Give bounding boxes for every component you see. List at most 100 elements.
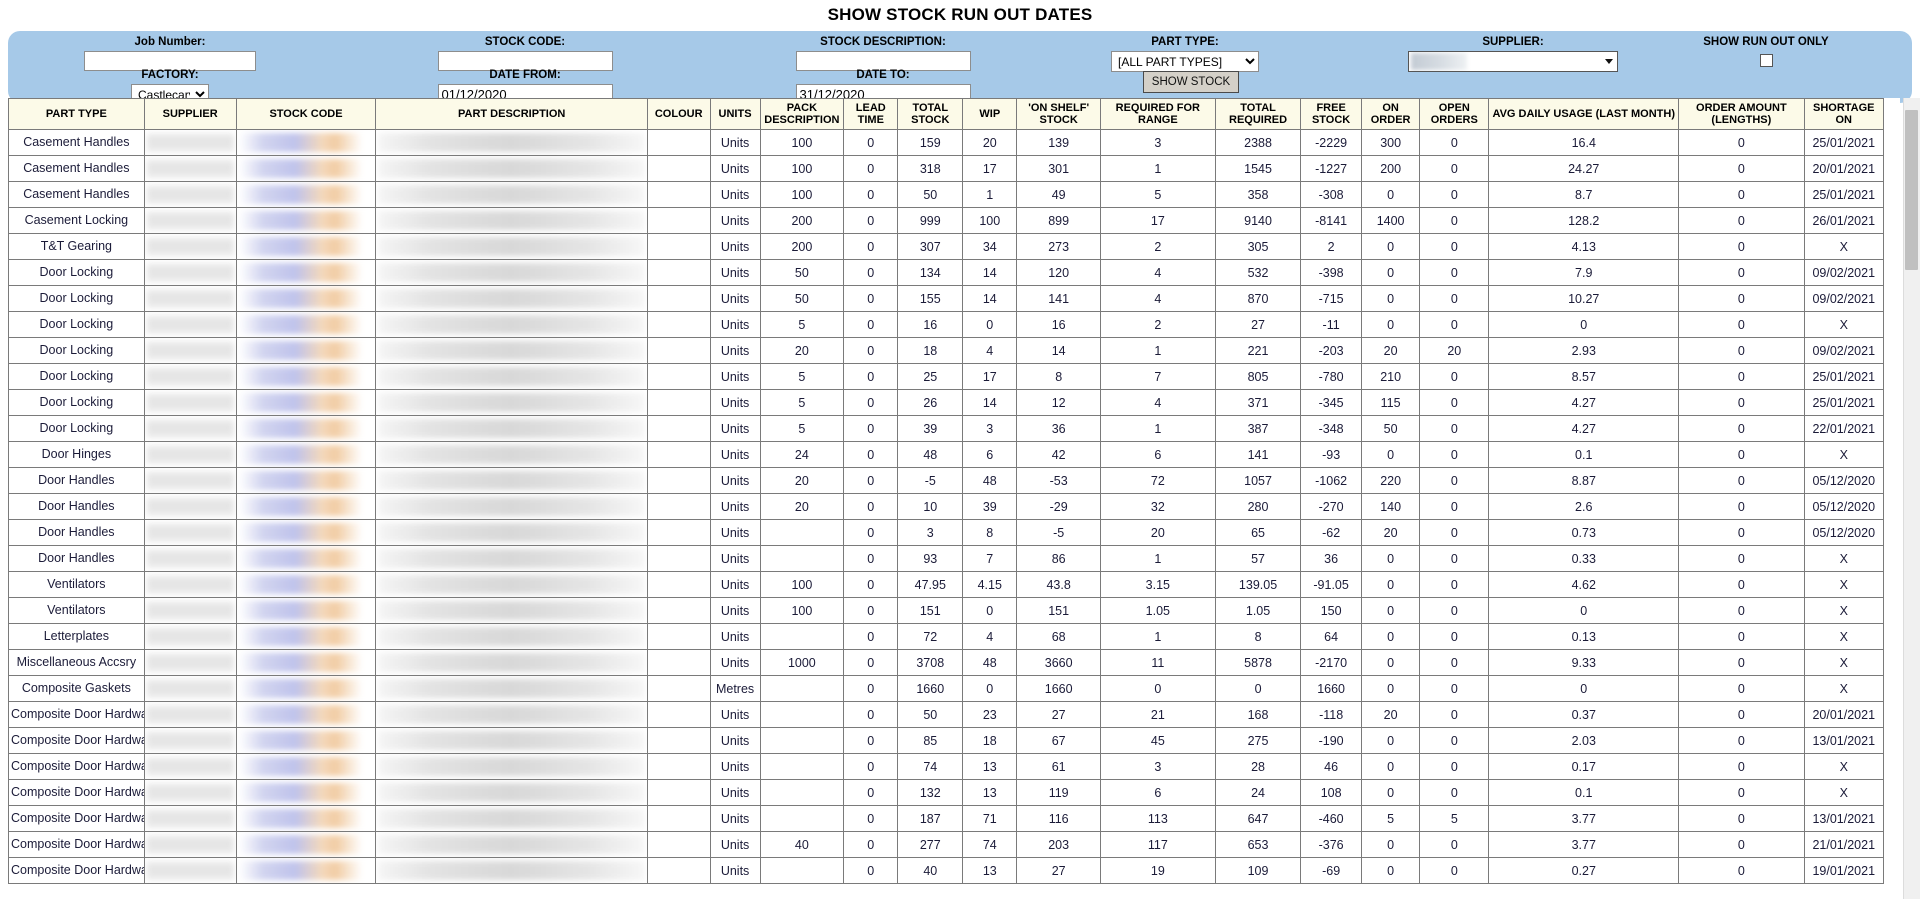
cell-colour [646,259,711,286]
table-row[interactable]: Casement Handles Units 100 0 318 17 301 1 1545 -1… [8,155,1884,182]
cell-total-stock: 48 [897,441,964,468]
cell-open-orders: 0 [1419,285,1490,312]
col-total-stock[interactable]: TOTAL STOCK [897,98,964,130]
table-row[interactable]: Door Hinges Units 24 0 48 6 42 6 141 -93 0 0 0.1 0 X [8,441,1884,468]
scrollbar-thumb[interactable] [1905,110,1918,270]
cell-supplier [143,675,237,702]
table-row[interactable]: Door Locking Units 20 0 18 4 14 1 221 -203 20 20 2.9… [8,337,1884,364]
table-row[interactable]: Composite Gaskets Metres 0 1660 0 1660 0 0 1660 0… [8,675,1884,702]
table-row[interactable]: Door Handles Units 0 3 8 -5 20 65 -62 20 0 0.73 0 05/… [8,519,1884,546]
col-supplier[interactable]: SUPPLIER [143,98,237,130]
col-total-required[interactable]: TOTAL REQUIRED [1214,98,1302,130]
redacted-content [238,419,374,438]
cell-order-amount: 0 [1678,753,1805,780]
stock-description-input[interactable] [795,51,971,71]
cell-order-amount: 0 [1678,805,1805,832]
cell-avg-daily-usage: 0 [1488,597,1680,624]
page-title: SHOW STOCK RUN OUT DATES [827,5,1093,24]
table-row[interactable]: Door Handles Units 0 93 7 86 1 57 36 0 0 0.33 0 X [8,545,1884,572]
table-row[interactable]: Composite Door Hardware Units 0 74 13 61 3 28 46… [8,753,1884,780]
cell-open-orders: 5 [1419,805,1490,832]
cell-part-description [375,519,648,546]
cell-required-for-range: 1 [1099,415,1216,442]
col-lead-time[interactable]: LEAD TIME [843,98,899,130]
table-row[interactable]: Composite Door Hardware Units 0 187 71 116 113… [8,805,1884,832]
table-row[interactable]: Door Locking Units 50 0 155 14 141 4 870 -715 0 0 10… [8,285,1884,312]
table-row[interactable]: Door Locking Units 5 0 25 17 8 7 805 -780 210 0 8.57… [8,363,1884,390]
cell-total-stock: 187 [897,805,964,832]
redacted-content [238,367,374,386]
col-part-description[interactable]: PART DESCRIPTION [375,98,648,130]
cell-on-order: 0 [1360,233,1421,260]
redacted-content [238,549,374,568]
col-free-stock[interactable]: FREE STOCK [1300,98,1362,130]
cell-order-amount: 0 [1678,207,1805,234]
table-row[interactable]: Composite Door Hardware Units 0 85 18 67 45 275… [8,727,1884,754]
stock-code-input[interactable] [437,51,613,71]
cell-required-for-range: 2 [1099,233,1216,260]
cell-free-stock: -91.05 [1300,571,1362,598]
table-row[interactable]: Casement Handles Units 100 0 159 20 139 3 2388 -2… [8,129,1884,156]
table-row[interactable]: Composite Door Hardware Units 0 50 23 27 21 168… [8,701,1884,728]
col-wip[interactable]: WIP [962,98,1018,130]
cell-pack-description: 5 [759,389,845,416]
cell-order-amount: 0 [1678,389,1805,416]
cell-pack-description [759,519,845,546]
part-type-select[interactable]: [ALL PART TYPES] [1111,51,1259,72]
cell-free-stock: -69 [1300,857,1362,884]
cell-open-orders: 0 [1419,831,1490,858]
table-row[interactable]: Ventilators Units 100 0 151 0 151 1.05 1.05 150 0 0… [8,597,1884,624]
table-row[interactable]: Letterplates Units 0 72 4 68 1 8 64 0 0 0.13 0 X [8,623,1884,650]
table-row[interactable]: Door Locking Units 50 0 134 14 120 4 532 -398 0 0 7.… [8,259,1884,286]
cell-part-type: Miscellaneous Accsry [8,649,145,676]
table-row[interactable]: Door Locking Units 5 0 39 3 36 1 387 -348 50 0 4.27 0… [8,415,1884,442]
table-row[interactable]: Door Locking Units 5 0 26 14 12 4 371 -345 115 0 4.2… [8,389,1884,416]
vertical-scrollbar[interactable] [1903,98,1920,899]
cell-order-amount: 0 [1678,467,1805,494]
cell-stock-code [235,285,377,312]
col-shortage-on[interactable]: SHORTAGE ON [1803,98,1884,130]
cell-avg-daily-usage: 0.27 [1488,857,1680,884]
col-pack-description[interactable]: PACK DESCRIPTION [759,98,845,130]
col-colour[interactable]: COLOUR [646,98,711,130]
col-open-orders[interactable]: OPEN ORDERS [1419,98,1490,130]
table-row[interactable]: Composite Door Hardware Units 40 0 277 74 203 1… [8,831,1884,858]
table-row[interactable]: Door Locking Units 5 0 16 0 16 2 27 -11 0 0 0 0 X [8,311,1884,338]
cell-units: Units [709,857,761,884]
cell-total-required: 358 [1214,181,1302,208]
table-row[interactable]: Composite Door Hardware Units 0 40 13 27 19 109… [8,857,1884,884]
table-row[interactable]: Casement Handles Units 100 0 50 1 49 5 358 -308 0 0… [8,181,1884,208]
cell-units: Units [709,493,761,520]
col-required-for-range[interactable]: REQUIRED FOR RANGE [1099,98,1216,130]
table-row[interactable]: Door Handles Units 20 0 10 39 -29 32 280 -270 140 0… [8,493,1884,520]
date-to-label: DATE TO: [856,69,910,81]
cell-order-amount: 0 [1678,857,1805,884]
table-row[interactable]: Miscellaneous Accsry Units 1000 0 3708 48 3660… [8,649,1884,676]
col-on-order[interactable]: ON ORDER [1360,98,1421,130]
col-avg-daily-usage[interactable]: AVG DAILY USAGE (LAST MONTH) [1488,98,1680,130]
col-stock-code[interactable]: STOCK CODE [235,98,377,130]
col-on-shelf-stock[interactable]: 'ON SHELF' STOCK [1016,98,1101,130]
col-part-type[interactable]: PART TYPE [8,98,145,130]
cell-avg-daily-usage: 2.93 [1488,337,1680,364]
table-row[interactable]: T&T Gearing Units 200 0 307 34 273 2 305 2 0 0 4.13 0… [8,233,1884,260]
part-type-label: PART TYPE: [1151,36,1219,48]
table-row[interactable]: Composite Door Hardware Units 0 132 13 119 6 24… [8,779,1884,806]
table-row[interactable]: Door Handles Units 20 0 -5 48 -53 72 1057 -1062 22… [8,467,1884,494]
cell-on-order: 0 [1360,571,1421,598]
cell-part-description [375,207,648,234]
cell-part-description [375,181,648,208]
table-row[interactable]: Ventilators Units 100 0 47.95 4.15 43.8 3.15 139… [8,571,1884,598]
redacted-content [238,471,374,490]
stock-table-container[interactable]: PART TYPE SUPPLIER STOCK CODE PART DESCR… [8,98,1900,898]
cell-part-type: Door Handles [8,545,145,572]
table-row[interactable]: Casement Locking Units 200 0 999 100 899 17 9140… [8,207,1884,234]
show-stock-button[interactable]: SHOW STOCK [1142,71,1240,93]
show-run-out-only-checkbox[interactable] [1759,54,1773,67]
col-order-amount[interactable]: ORDER AMOUNT (LENGTHS) [1678,98,1805,130]
col-units[interactable]: UNITS [709,98,761,130]
job-number-input[interactable] [84,51,256,71]
date-from-label: DATE FROM: [489,69,561,81]
redacted-content [378,419,645,438]
supplier-select[interactable] [1408,51,1618,72]
